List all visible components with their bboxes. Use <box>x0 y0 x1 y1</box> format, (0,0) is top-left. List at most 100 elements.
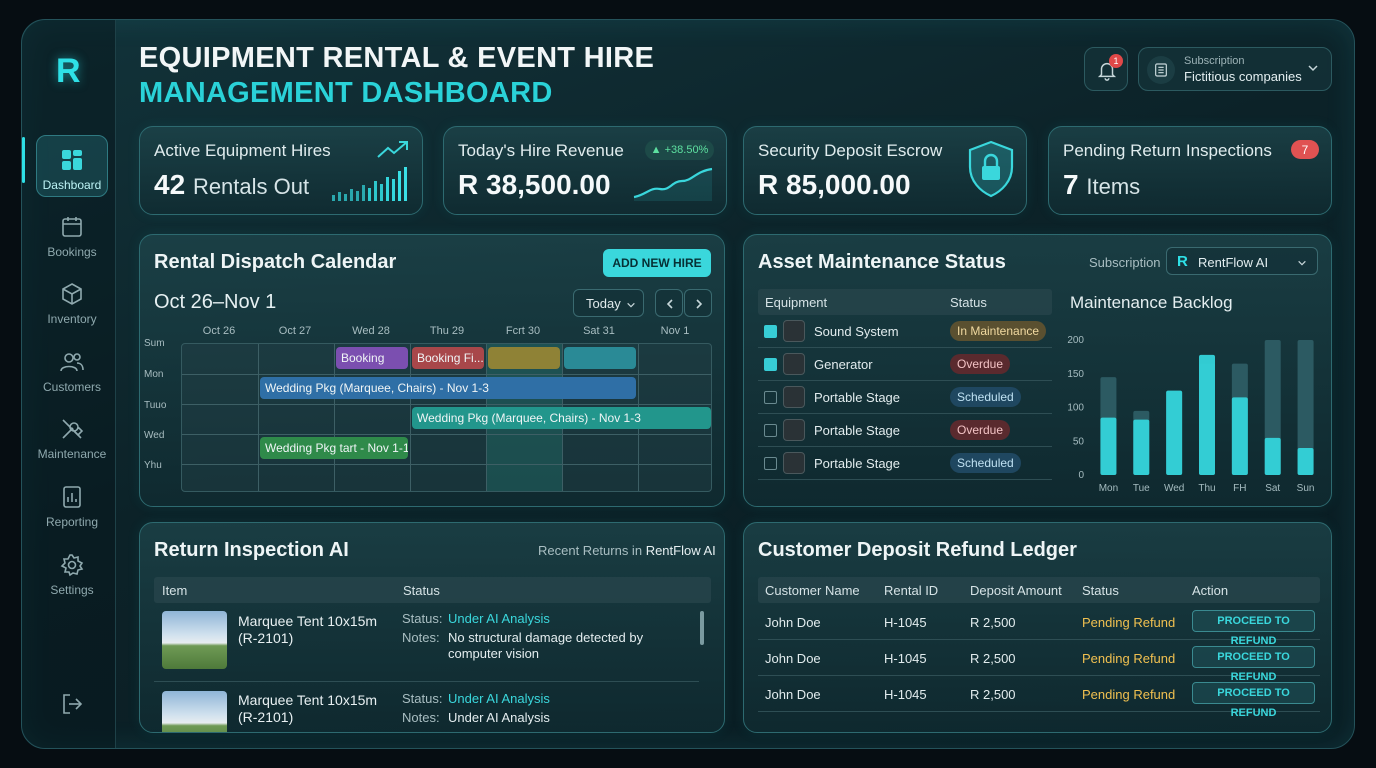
calendar-event[interactable] <box>564 347 636 369</box>
inspection-item-name[interactable]: Marquee Tent 10x15m (R-2101) <box>238 613 377 647</box>
kpi-active-hires: Active Equipment Hires 42 Rentals Out <box>139 126 423 215</box>
calendar-event[interactable]: Wedding Pkg (Marquee, Chairs) - Nov 1-3 <box>412 407 711 429</box>
calendar-row-label: Yhu <box>144 460 162 471</box>
sidebar-item-label: Settings <box>50 583 94 597</box>
app-frame: R Dashboard Bookings Inventory Customers… <box>21 19 1355 749</box>
kpi-label: Active Equipment Hires <box>154 141 331 160</box>
panel-title: Customer Deposit Refund Ledger <box>758 539 1077 561</box>
inspection-status: Under AI Analysis <box>448 611 550 626</box>
inspection-item-name[interactable]: Marquee Tent 10x15m (R-2101) <box>238 692 377 726</box>
sidebar-item-reporting[interactable]: Reporting <box>36 473 108 535</box>
table-row[interactable]: Sound System In Maintenance <box>758 315 1052 348</box>
sidebar-item-customers[interactable]: Customers <box>36 338 108 400</box>
sidebar-item-label: Dashboard <box>42 178 102 192</box>
stage-icon <box>783 452 805 474</box>
revenue-sparkline <box>633 167 713 201</box>
revenue-change-badge: ▲ +38.50% <box>645 140 714 160</box>
inspection-notes: Under AI Analysis <box>448 710 550 725</box>
proceed-to-refund-button[interactable]: PROCEED TO REFUND <box>1192 610 1315 647</box>
rentflow-logo: R <box>1177 253 1188 270</box>
row-checkbox[interactable] <box>764 391 777 404</box>
calendar-event[interactable] <box>488 347 560 369</box>
y-tick-label: 100 <box>1067 403 1084 414</box>
sidebar-item-label: Customers <box>42 380 101 394</box>
calendar-event[interactable]: Booking Fi... <box>412 347 484 369</box>
speaker-icon <box>783 320 805 342</box>
backlog-bar <box>1231 397 1248 475</box>
logout-icon[interactable] <box>60 692 84 716</box>
trend-up-icon <box>377 141 408 158</box>
calendar-column-header: Fcrt 30 <box>505 325 541 337</box>
page-title: EQUIPMENT RENTAL & EVENT HIRE <box>139 42 655 74</box>
gear-icon <box>60 554 84 577</box>
sidebar-item-label: Inventory <box>47 312 97 326</box>
maintenance-table-header: Equipment Status <box>758 289 1052 315</box>
calendar-event[interactable]: Wedding Pkg (Marquee, Chairs) - Nov 1-3 <box>260 377 636 399</box>
status-badge: Overdue <box>950 420 1011 440</box>
table-row[interactable]: Portable Stage Scheduled <box>758 447 1052 480</box>
inspections-badge: 7 <box>1291 140 1319 159</box>
maintenance-backlog-chart: 200 150 100 50 0 Mon Tue Wed Thu FH Sat Sun <box>1067 335 1314 494</box>
sidebar-item-maintenance[interactable]: Maintenance <box>36 405 108 467</box>
sidebar-item-settings[interactable]: Settings <box>36 541 108 603</box>
sidebar-item-label: Maintenance <box>37 447 107 461</box>
backlog-bar <box>1199 354 1215 475</box>
row-checkbox[interactable] <box>764 358 777 371</box>
calendar-grid[interactable]: Booking Booking Fi... Wedding Pkg (Marqu… <box>181 343 712 492</box>
panel-title: Asset Maintenance Status <box>758 251 1006 273</box>
return-inspection-panel: Return Inspection AI Recent Returns in R… <box>139 522 725 733</box>
status-text: Pending Refund <box>1082 615 1176 630</box>
inspection-status: Under AI Analysis <box>448 691 550 706</box>
x-tick-label: Wed <box>1164 483 1184 494</box>
calendar-row-label: Tuuo <box>144 400 167 411</box>
building-icon <box>1147 56 1175 84</box>
inspection-notes: No structural damage detected by compute… <box>448 630 644 661</box>
rentflow-selector[interactable]: R RentFlow AI <box>1166 247 1318 275</box>
status-badge: Scheduled <box>950 387 1021 407</box>
x-tick-label: Thu <box>1198 483 1215 494</box>
table-row[interactable]: Portable Stage Scheduled <box>758 381 1052 414</box>
next-week-button[interactable] <box>684 289 712 317</box>
dashboard-icon <box>62 150 82 170</box>
marquee-tent-thumbnail <box>162 611 227 669</box>
app-logo: R <box>56 52 81 90</box>
row-checkbox[interactable] <box>764 457 777 470</box>
calendar-column-header: Sat 31 <box>583 325 615 337</box>
sidebar-item-dashboard[interactable]: Dashboard <box>36 135 108 197</box>
calendar-event[interactable]: Booking <box>336 347 408 369</box>
kpi-value: R 38,500.00 <box>458 169 611 200</box>
proceed-to-refund-button[interactable]: PROCEED TO REFUND <box>1192 682 1315 719</box>
table-row[interactable]: Generator Overdue <box>758 348 1052 381</box>
chevron-right-icon <box>696 299 703 309</box>
kpi-label: Today's Hire Revenue <box>458 141 624 160</box>
scrollbar-thumb[interactable] <box>700 611 704 645</box>
calendar-column-header: Oct 27 <box>278 325 312 337</box>
chevron-left-icon <box>666 299 673 309</box>
marquee-tent-thumbnail <box>162 691 227 732</box>
notifications-button[interactable]: 1 <box>1084 47 1128 91</box>
y-tick-label: 200 <box>1067 335 1084 346</box>
table-row: John Doe H-1045 R 2,500 Pending Refund P… <box>758 676 1320 719</box>
proceed-to-refund-button[interactable]: PROCEED TO REFUND <box>1192 646 1315 683</box>
y-tick-label: 0 <box>1078 470 1084 481</box>
today-button[interactable]: Today <box>573 289 644 317</box>
stage-icon <box>783 419 805 441</box>
subscription-selector[interactable]: Subscription Fictitious companies <box>1138 47 1332 91</box>
inspection-subtitle: Recent Returns in RentFlow AI <box>538 543 716 558</box>
sidebar: R Dashboard Bookings Inventory Customers… <box>22 20 116 748</box>
backlog-bar <box>1133 419 1150 475</box>
sidebar-item-inventory[interactable]: Inventory <box>36 270 108 332</box>
shield-lock-icon <box>968 140 1014 198</box>
calendar-event[interactable]: Wedding Pkg tart - Nov 1-1 <box>260 437 408 459</box>
sidebar-item-bookings[interactable]: Bookings <box>36 203 108 265</box>
table-row[interactable]: Portable Stage Overdue <box>758 414 1052 447</box>
subscription-value: Fictitious companies <box>1184 69 1302 84</box>
calendar-range: Oct 26–Nov 1 <box>154 291 277 313</box>
row-checkbox[interactable] <box>764 325 777 338</box>
row-checkbox[interactable] <box>764 424 777 437</box>
asset-maintenance-panel: Asset Maintenance Status Subscription R … <box>743 234 1332 507</box>
prev-week-button[interactable] <box>655 289 683 317</box>
add-new-hire-button[interactable]: ADD NEW HIRE <box>603 249 711 277</box>
x-tick-label: FH <box>1233 483 1246 494</box>
x-tick-label: Tue <box>1133 483 1150 494</box>
